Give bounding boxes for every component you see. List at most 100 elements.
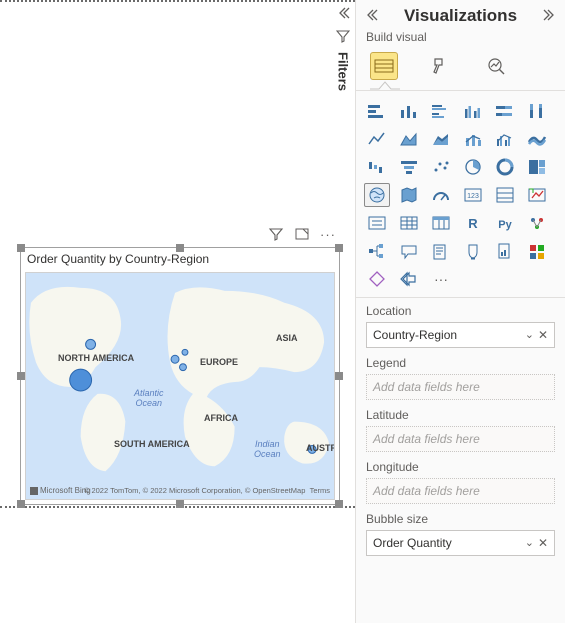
- map-attribution: © 2022 TomTom, © 2022 Microsoft Corporat…: [84, 486, 330, 495]
- more-options-icon[interactable]: ···: [320, 227, 336, 243]
- terms-link[interactable]: Terms: [310, 486, 330, 495]
- table-icon[interactable]: [396, 211, 422, 235]
- map-visual[interactable]: Order Quantity by Country-Region: [20, 247, 340, 505]
- more-visuals-icon[interactable]: ···: [428, 267, 454, 291]
- card-icon[interactable]: 123: [460, 183, 486, 207]
- well-bubble-size: Bubble size Order Quantity ⌄ ✕: [356, 506, 565, 558]
- filters-collapsed-tab[interactable]: Filters: [331, 6, 355, 91]
- resize-handle-ne[interactable]: [335, 244, 343, 252]
- map-label-africa: AFRICA: [204, 413, 238, 423]
- format-visual-tab[interactable]: [426, 52, 454, 80]
- area-chart-icon[interactable]: [396, 127, 422, 151]
- panel-tabs: [356, 50, 565, 80]
- visualization-gallery: 123 R Py ···: [356, 91, 565, 297]
- remove-field-icon[interactable]: ✕: [538, 536, 548, 550]
- map-icon[interactable]: [364, 183, 390, 207]
- focus-mode-icon[interactable]: [294, 226, 310, 245]
- map-label-south-america: SOUTH AMERICA: [114, 439, 190, 449]
- line-stacked-column-icon[interactable]: [460, 127, 486, 151]
- resize-handle-se[interactable]: [335, 500, 343, 508]
- power-apps-icon[interactable]: [524, 239, 550, 263]
- visualizations-panel: Visualizations Build visual: [355, 0, 565, 623]
- report-canvas[interactable]: Filters ··· Order Quantity by Country-Re…: [0, 0, 355, 623]
- well-longitude-placeholder: Add data fields here: [373, 484, 480, 498]
- donut-chart-icon[interactable]: [492, 155, 518, 179]
- well-legend-field[interactable]: Add data fields here: [366, 374, 555, 400]
- hundred-stacked-bar-icon[interactable]: [492, 99, 518, 123]
- resize-handle-w[interactable]: [17, 372, 25, 380]
- well-longitude: Longitude Add data fields here: [356, 454, 565, 506]
- scatter-chart-icon[interactable]: [428, 155, 454, 179]
- chevron-down-icon[interactable]: ⌄: [525, 536, 534, 550]
- line-chart-icon[interactable]: [364, 127, 390, 151]
- panel-subtitle: Build visual: [356, 30, 565, 50]
- kpi-icon[interactable]: [524, 183, 550, 207]
- resize-handle-e[interactable]: [335, 372, 343, 380]
- build-visual-tab[interactable]: [370, 52, 398, 80]
- power-automate-icon[interactable]: [364, 267, 390, 291]
- qa-visual-icon[interactable]: [396, 239, 422, 263]
- tab-selection-marker: [356, 80, 565, 90]
- slicer-icon[interactable]: [364, 211, 390, 235]
- r-visual-icon[interactable]: R: [460, 211, 486, 235]
- ribbon-chart-icon[interactable]: [524, 127, 550, 151]
- resize-handle-s[interactable]: [176, 500, 184, 508]
- well-legend-placeholder: Add data fields here: [373, 380, 480, 394]
- world-map-svg: [26, 273, 334, 499]
- map-label-austr: AUSTR…: [306, 443, 335, 453]
- well-latitude-placeholder: Add data fields here: [373, 432, 480, 446]
- map-label-asia: ASIA: [276, 333, 298, 343]
- get-more-icon[interactable]: [396, 267, 422, 291]
- well-location-field[interactable]: Country-Region ⌄ ✕: [366, 322, 555, 348]
- waterfall-chart-icon[interactable]: [364, 155, 390, 179]
- treemap-icon[interactable]: [524, 155, 550, 179]
- stacked-column-chart-icon[interactable]: [396, 99, 422, 123]
- resize-handle-n[interactable]: [176, 244, 184, 252]
- bing-map[interactable]: NORTH AMERICA EUROPE ASIA AFRICA SOUTH A…: [25, 272, 335, 500]
- openstreetmap-link[interactable]: © OpenStreetMap: [245, 486, 306, 495]
- well-latitude-label: Latitude: [366, 408, 555, 426]
- remove-field-icon[interactable]: ✕: [538, 328, 548, 342]
- clustered-bar-chart-icon[interactable]: [428, 99, 454, 123]
- stacked-area-chart-icon[interactable]: [428, 127, 454, 151]
- paginated-report-icon[interactable]: [492, 239, 518, 263]
- well-bubble-value: Order Quantity: [373, 536, 452, 550]
- well-bubble-label: Bubble size: [366, 512, 555, 530]
- decomposition-tree-icon[interactable]: [364, 239, 390, 263]
- map-brand: Microsoft Bing: [30, 486, 91, 495]
- key-influencers-icon[interactable]: [524, 211, 550, 235]
- well-location-label: Location: [366, 304, 555, 322]
- smart-narrative-icon[interactable]: [428, 239, 454, 263]
- resize-handle-sw[interactable]: [17, 500, 25, 508]
- svg-text:Py: Py: [498, 219, 512, 231]
- stacked-bar-chart-icon[interactable]: [364, 99, 390, 123]
- chevron-down-icon[interactable]: ⌄: [525, 328, 534, 342]
- svg-text:123: 123: [467, 193, 479, 200]
- goals-icon[interactable]: [460, 239, 486, 263]
- resize-handle-nw[interactable]: [17, 244, 25, 252]
- map-label-indian: Indian Ocean: [254, 439, 281, 459]
- filled-map-icon[interactable]: [396, 183, 422, 207]
- well-latitude-field[interactable]: Add data fields here: [366, 426, 555, 452]
- expand-filters-icon[interactable]: [336, 6, 350, 23]
- clustered-column-chart-icon[interactable]: [460, 99, 486, 123]
- expand-panel-icon[interactable]: [543, 8, 557, 25]
- gauge-icon[interactable]: [428, 183, 454, 207]
- python-visual-icon[interactable]: Py: [492, 211, 518, 235]
- analytics-tab[interactable]: [482, 52, 510, 80]
- map-visual-container[interactable]: ··· Order Quantity by Country-Region: [20, 223, 340, 505]
- multi-row-card-icon[interactable]: [492, 183, 518, 207]
- collapse-panel-icon[interactable]: [364, 8, 378, 25]
- pie-chart-icon[interactable]: [460, 155, 486, 179]
- filters-tab-label: Filters: [336, 52, 351, 91]
- well-location: Location Country-Region ⌄ ✕: [356, 298, 565, 350]
- well-longitude-field[interactable]: Add data fields here: [366, 478, 555, 504]
- well-bubble-field[interactable]: Order Quantity ⌄ ✕: [366, 530, 555, 556]
- panel-title: Visualizations: [404, 6, 517, 26]
- filter-funnel-icon: [336, 29, 350, 46]
- filter-icon[interactable]: [268, 226, 284, 245]
- funnel-chart-icon[interactable]: [396, 155, 422, 179]
- hundred-stacked-column-icon[interactable]: [524, 99, 550, 123]
- line-clustered-column-icon[interactable]: [492, 127, 518, 151]
- matrix-icon[interactable]: [428, 211, 454, 235]
